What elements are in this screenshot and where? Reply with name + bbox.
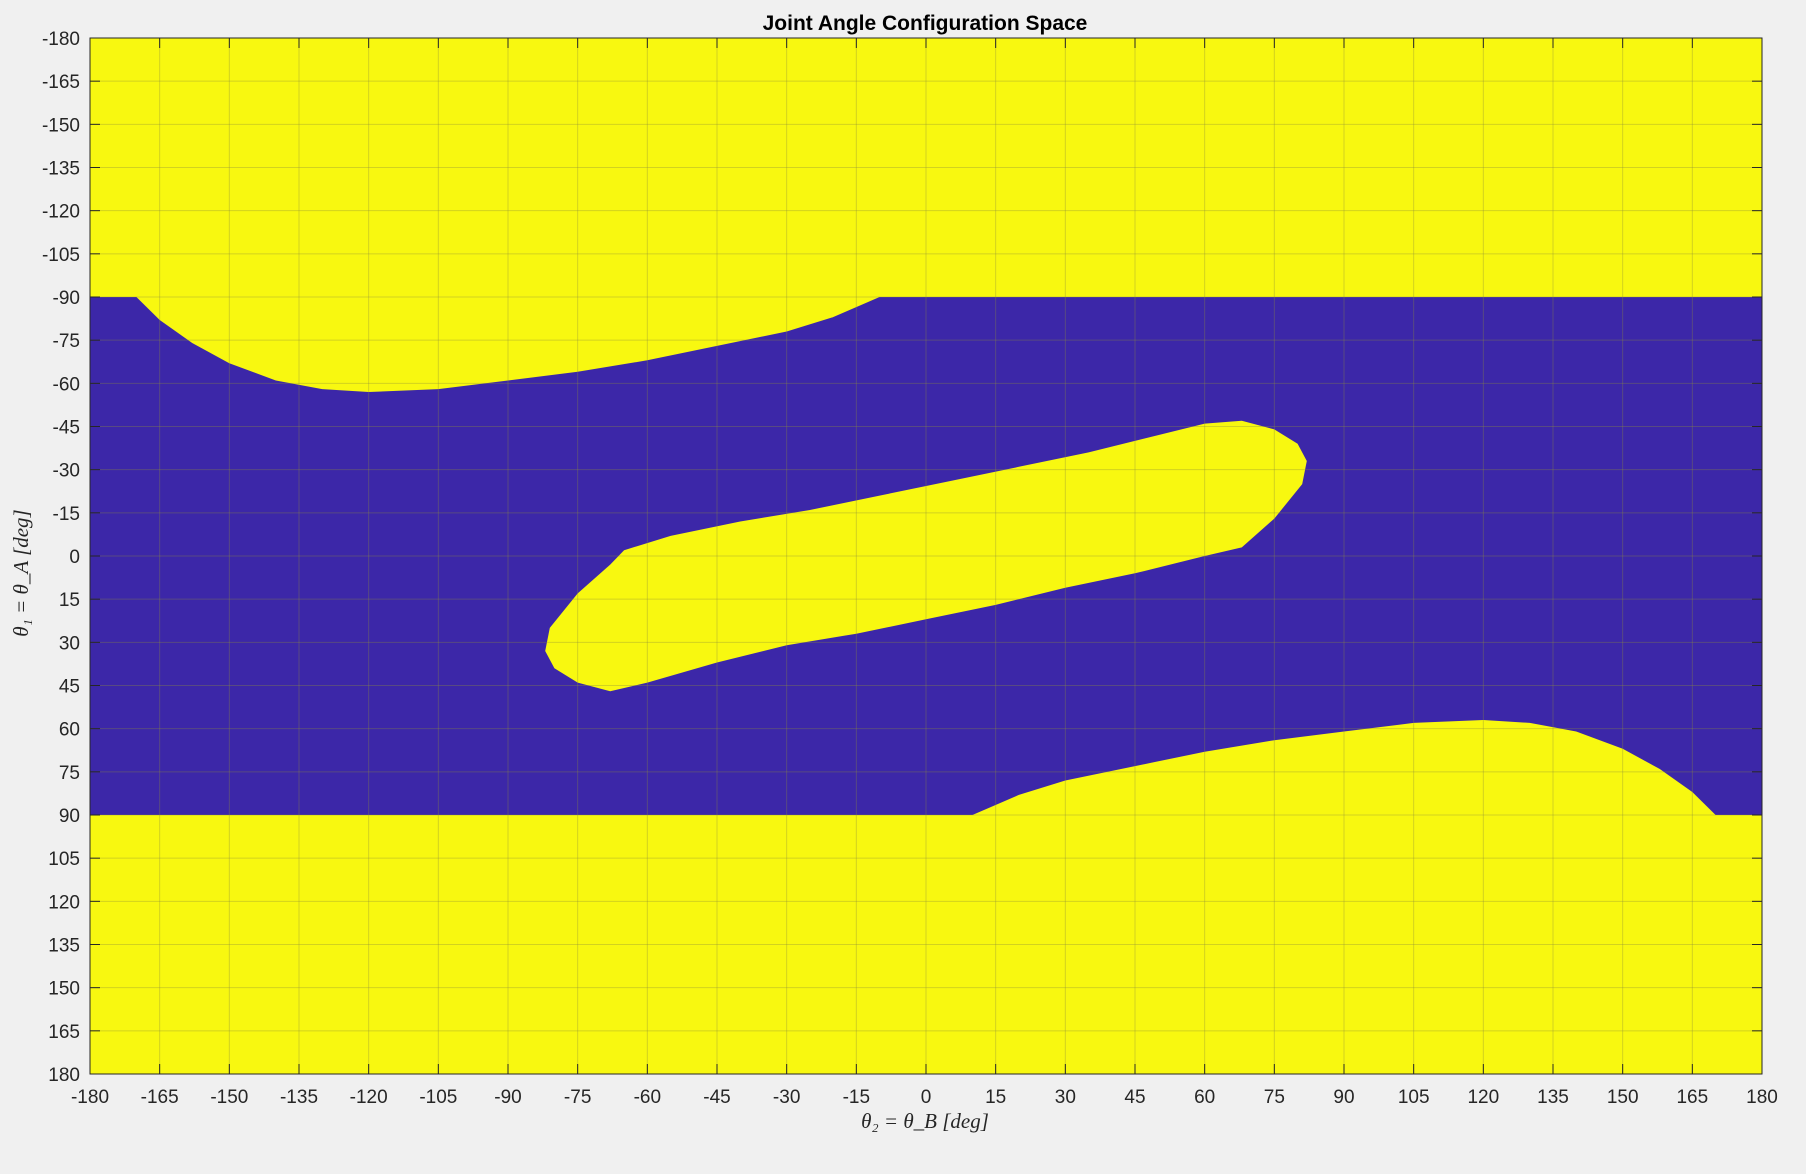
x-tick-label: 15	[985, 1087, 1006, 1108]
x-tick-label: -105	[419, 1087, 457, 1108]
x-tick-label: 45	[1124, 1087, 1145, 1108]
y-tick-label: -135	[42, 159, 80, 180]
x-tick-label: -165	[141, 1087, 179, 1108]
x-tick-label: 60	[1194, 1087, 1215, 1108]
x-tick-label: 30	[1055, 1087, 1076, 1108]
y-tick-label: -30	[53, 461, 80, 482]
y-tick-label: 105	[48, 849, 80, 870]
y-tick-label: -105	[42, 245, 80, 266]
x-tick-label: -135	[280, 1087, 318, 1108]
y-tick-label: 90	[59, 806, 80, 827]
y-tick-label: 150	[48, 979, 80, 1000]
y-tick-label: -180	[42, 29, 80, 50]
y-tick-label: 135	[48, 936, 80, 957]
y-tick-label: -120	[42, 202, 80, 223]
x-axis-label: θ₂ = θ_B [deg]	[861, 1109, 989, 1133]
x-tick-label: -30	[773, 1087, 800, 1108]
y-tick-label: 120	[48, 892, 80, 913]
x-tick-label: -180	[71, 1087, 109, 1108]
y-tick-label: 0	[69, 547, 80, 568]
y-tick-label: 30	[59, 633, 80, 654]
y-tick-label: 60	[59, 720, 80, 741]
x-tick-label: -45	[703, 1087, 730, 1108]
x-tick-label: -75	[564, 1087, 591, 1108]
y-tick-label: -75	[53, 331, 80, 352]
y-tick-label: 45	[59, 677, 80, 698]
y-tick-label: -15	[53, 504, 80, 525]
x-tick-label: 90	[1333, 1087, 1354, 1108]
x-tick-label: -15	[843, 1087, 870, 1108]
x-tick-label: -60	[634, 1087, 661, 1108]
configuration-space-chart: -180 -165 -150 -135 -120 -105 -90 -75 -60 -45 -30-…	[9, 12, 1778, 1133]
x-tick-label: 150	[1607, 1087, 1639, 1108]
y-tick-label: -45	[53, 418, 80, 439]
y-tick-label: -90	[53, 288, 80, 309]
y-tick-label: -60	[53, 374, 80, 395]
x-tick-label: 180	[1746, 1087, 1778, 1108]
x-tick-label: -150	[210, 1087, 248, 1108]
x-tick-label: -90	[494, 1087, 521, 1108]
x-tick-label: -120	[350, 1087, 388, 1108]
y-tick-label: 75	[59, 763, 80, 784]
x-tick-label: 120	[1467, 1087, 1499, 1108]
x-tick-label: 135	[1537, 1087, 1569, 1108]
figure-window: -180 -165 -150 -135 -120 -105 -90 -75 -60 -45 -30-…	[0, 0, 1806, 1169]
y-tick-label: 165	[48, 1022, 80, 1043]
x-tick-label: 75	[1264, 1087, 1285, 1108]
x-tick-label: 105	[1398, 1087, 1430, 1108]
y-tick-label: -165	[42, 72, 80, 93]
y-axis-label: θ₁ = θ_A [deg]	[9, 509, 33, 636]
y-tick-label: 180	[48, 1065, 80, 1086]
y-tick-label: -150	[42, 115, 80, 136]
y-tick-label: 15	[59, 590, 80, 611]
x-tick-label: 165	[1676, 1087, 1708, 1108]
chart-title: Joint Angle Configuration Space	[763, 12, 1088, 35]
x-tick-label: 0	[921, 1087, 932, 1108]
